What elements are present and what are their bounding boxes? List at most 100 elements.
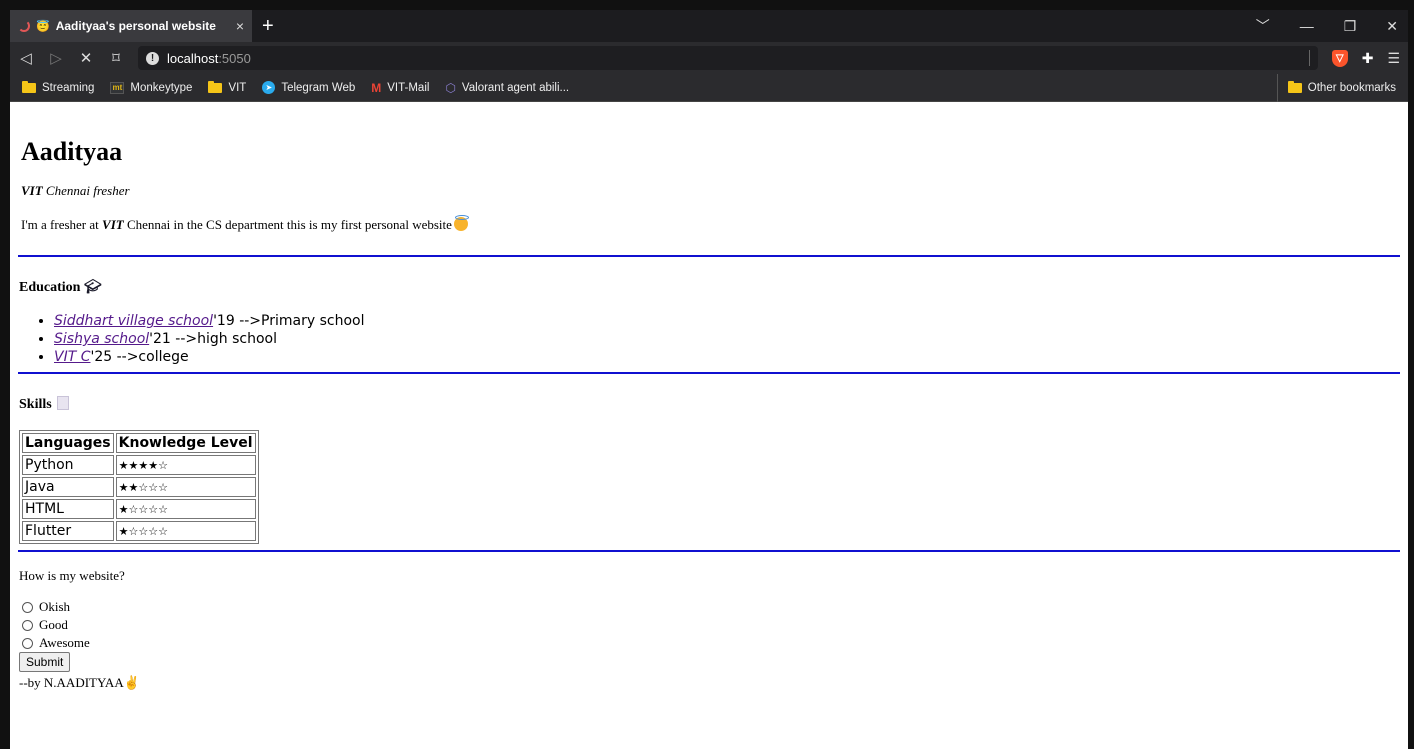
- stop-icon[interactable]: ✕: [78, 49, 94, 67]
- intro-end: Chennai in the CS department this is my …: [123, 217, 452, 232]
- other-bookmarks-label: Other bookmarks: [1307, 82, 1396, 94]
- bookmark-label: VIT-Mail: [387, 81, 430, 94]
- bookmark-telegram[interactable]: ➤ Telegram Web: [262, 81, 355, 94]
- forward-icon[interactable]: ▷: [48, 49, 64, 67]
- folder-icon: [22, 80, 36, 93]
- monkeytype-icon: mt: [110, 81, 125, 94]
- radio-button[interactable]: [22, 601, 33, 613]
- bookmark-streaming[interactable]: Streaming: [22, 80, 95, 94]
- tab-strip: 😇 Aadityaa's personal website × + ﹀ — ❐ …: [10, 10, 1408, 42]
- table-header-row: Languages Knowledge Level: [22, 433, 256, 453]
- loading-spinner-icon: [18, 20, 30, 32]
- scroll-icon: [57, 396, 70, 410]
- valorant-icon: ⬡: [445, 80, 456, 95]
- option-label: Awesome: [39, 635, 90, 650]
- rating-stars: ★★☆☆☆: [115, 477, 256, 497]
- subtitle-bold: VIT: [21, 183, 43, 198]
- bookmark-vit[interactable]: VIT: [208, 80, 247, 94]
- table-row: Java ★★☆☆☆: [22, 477, 256, 497]
- bookmark-vit-mail[interactable]: M VIT-Mail: [371, 81, 429, 95]
- minimize-icon[interactable]: —: [1300, 18, 1314, 34]
- address-bar[interactable]: ! localhost:5050: [138, 46, 1318, 70]
- subtitle: VIT Chennai fresher: [21, 183, 1400, 199]
- language-cell: HTML: [22, 499, 114, 519]
- gmail-icon: M: [371, 80, 382, 95]
- divider: [18, 255, 1400, 257]
- intro-bold: VIT: [102, 217, 124, 232]
- rating-stars: ★☆☆☆☆: [115, 521, 256, 541]
- new-tab-button[interactable]: +: [262, 16, 274, 36]
- skills-table: Languages Knowledge Level Python ★★★★☆ J…: [19, 430, 259, 544]
- folder-icon: [208, 80, 223, 93]
- back-icon[interactable]: ◁: [18, 49, 34, 67]
- other-bookmarks[interactable]: Other bookmarks: [1276, 74, 1396, 102]
- tab-title: Aadityaa's personal website: [55, 19, 216, 33]
- tab-active[interactable]: 😇 Aadityaa's personal website ×: [10, 10, 252, 42]
- footer-text: --by N.AADITYAA: [19, 675, 124, 690]
- telegram-icon: ➤: [262, 81, 276, 94]
- bookmark-monkeytype[interactable]: mt Monkeytype: [110, 81, 193, 94]
- submit-button[interactable]: Submit: [19, 652, 71, 672]
- table-row: HTML ★☆☆☆☆: [22, 499, 256, 519]
- bookmark-valorant[interactable]: ⬡ Valorant agent abili...: [445, 81, 569, 95]
- close-window-icon[interactable]: ✕: [1386, 18, 1398, 35]
- graduation-cap-icon: 🎓︎: [83, 280, 102, 295]
- page-title: Aadityaa: [21, 137, 123, 166]
- divider: [18, 550, 1400, 552]
- restore-icon[interactable]: ❐: [1344, 18, 1357, 35]
- school-link[interactable]: VIT C: [54, 349, 90, 365]
- school-detail: '19 -->Primary school: [213, 313, 365, 329]
- radio-button[interactable]: [22, 619, 33, 631]
- language-cell: Java: [22, 477, 114, 497]
- intro-start: I'm a fresher at: [21, 217, 103, 232]
- education-list: Siddhart village school'19 -->Primary sc…: [18, 312, 1400, 366]
- list-item: Sishya school'21 -->high school: [54, 330, 1400, 348]
- rating-stars: ★★★★☆: [115, 455, 256, 475]
- table-row: Python ★★★★☆: [22, 455, 256, 475]
- education-heading: Education 🎓︎: [19, 279, 1400, 296]
- toolbar: ◁ ▷ ✕ ⌑ ! localhost:5050 ▽ ✚ ☰: [10, 42, 1408, 74]
- radio-button[interactable]: [22, 637, 33, 649]
- brave-shields-icon[interactable]: ▽: [1331, 49, 1348, 67]
- subtitle-text: Chennai fresher: [42, 183, 130, 198]
- school-link[interactable]: Sishya school: [54, 331, 149, 347]
- skills-heading: Skills: [19, 396, 1400, 413]
- bookmark-label: Streaming: [42, 81, 95, 94]
- bookmark-label: Monkeytype: [130, 81, 193, 94]
- url-host: localhost: [167, 50, 219, 66]
- extensions-icon[interactable]: ✚: [1362, 50, 1374, 67]
- smiling-halo-icon: [453, 215, 469, 231]
- tab-search-icon[interactable]: ﹀: [1256, 16, 1270, 36]
- option-awesome[interactable]: Awesome: [22, 634, 1400, 652]
- menu-icon[interactable]: ☰: [1387, 50, 1400, 67]
- education-heading-text: Education: [19, 280, 81, 295]
- bookmark-label: VIT: [228, 81, 247, 94]
- browser-window: 😇 Aadityaa's personal website × + ﹀ — ❐ …: [10, 10, 1408, 749]
- skills-heading-text: Skills: [19, 397, 52, 412]
- list-item: Siddhart village school'19 -->Primary sc…: [54, 312, 1400, 330]
- tab-close-icon[interactable]: ×: [236, 18, 244, 34]
- option-label: Okish: [39, 599, 71, 614]
- option-good[interactable]: Good: [22, 616, 1400, 634]
- bookmark-label: Telegram Web: [281, 81, 356, 94]
- victory-hand-icon: ✌: [123, 675, 140, 690]
- list-item: VIT C'25 -->college: [54, 348, 1400, 366]
- school-link[interactable]: Siddhart village school: [54, 313, 213, 329]
- school-detail: '25 -->college: [90, 349, 189, 365]
- language-cell: Flutter: [22, 521, 114, 541]
- url-divider: [1308, 50, 1310, 66]
- option-label: Good: [39, 617, 68, 632]
- option-okish[interactable]: Okish: [22, 598, 1400, 616]
- feedback-question: How is my website?: [19, 568, 125, 583]
- bookmark-icon[interactable]: ⌑: [108, 49, 124, 67]
- rating-stars: ★☆☆☆☆: [115, 499, 256, 519]
- column-header: Knowledge Level: [115, 433, 256, 453]
- table-row: Flutter ★☆☆☆☆: [22, 521, 256, 541]
- window-controls: ﹀ — ❐ ✕: [1256, 10, 1398, 42]
- bookmarks-bar: Streaming mt Monkeytype VIT ➤ Telegram W…: [10, 74, 1408, 102]
- page-content: Aadityaa VIT Chennai fresher I'm a fresh…: [10, 103, 1408, 749]
- school-detail: '21 -->high school: [149, 331, 277, 347]
- feedback-options: Okish Good Awesome: [18, 598, 1400, 652]
- bookmark-label: Valorant agent abili...: [461, 81, 570, 94]
- site-info-icon[interactable]: !: [146, 51, 159, 65]
